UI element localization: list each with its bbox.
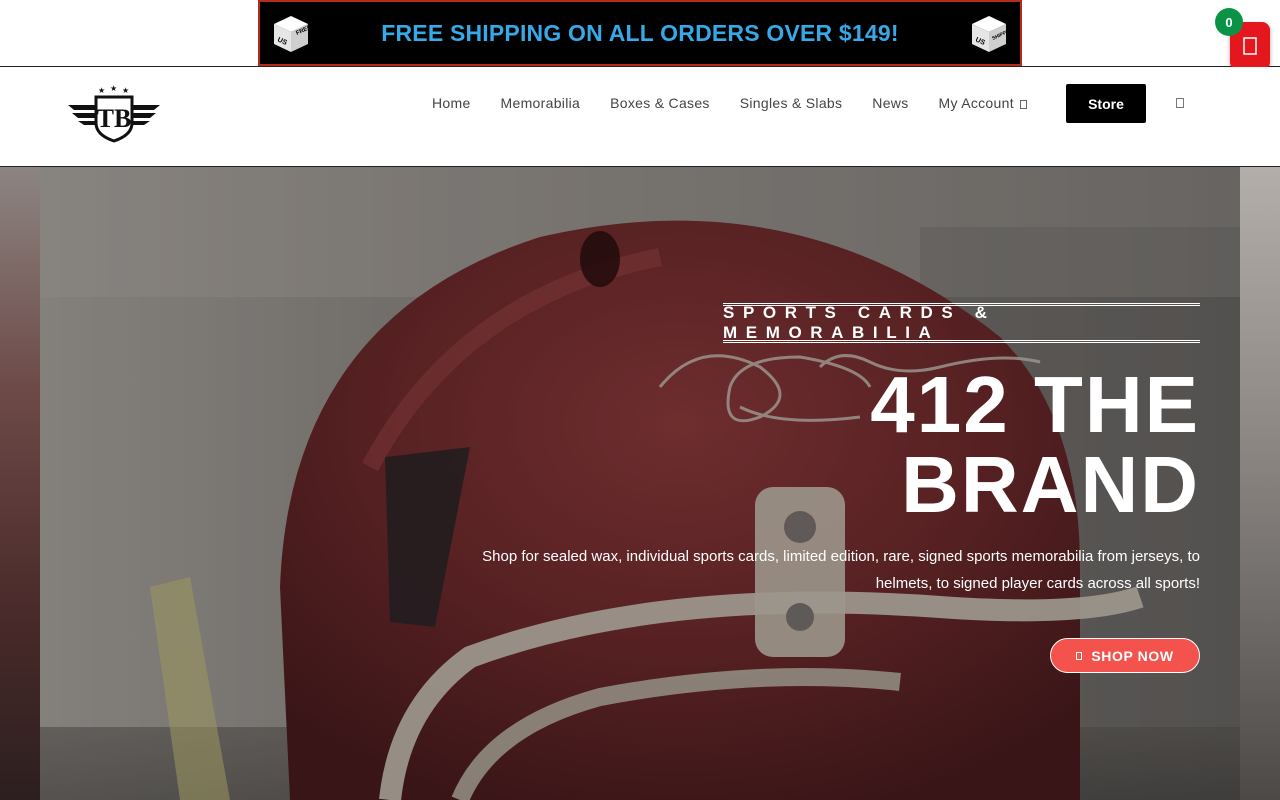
hero-title-line-1: 412 THE — [870, 360, 1200, 449]
banner-text: FREE SHIPPING ON ALL ORDERS OVER $149! — [381, 19, 899, 46]
store-button[interactable]: Store — [1066, 84, 1146, 123]
shop-icon — [1076, 651, 1083, 660]
main-nav: Home Memorabilia Boxes & Cases Singles &… — [432, 95, 1057, 111]
hero-description: Shop for sealed wax, individual sports c… — [482, 548, 1200, 592]
hero-slide-peek-right — [1240, 167, 1280, 800]
svg-text:★: ★ — [98, 86, 105, 95]
site-header: TB ★ ★ ★ Home Memorabilia Boxes & Cases … — [0, 67, 1280, 167]
site-logo[interactable]: TB ★ ★ ★ — [66, 83, 162, 143]
nav-item-memorabilia[interactable]: Memorabilia — [501, 95, 581, 111]
svg-text:★: ★ — [122, 86, 129, 95]
free-shipping-box-icon: FREE US — [274, 16, 312, 52]
svg-text:★: ★ — [110, 84, 117, 93]
hero-kicker-frame: SPORTS CARDS & MEMORABILIA — [723, 303, 1200, 343]
search-icon[interactable] — [1176, 98, 1184, 108]
nav-item-home[interactable]: Home — [432, 95, 471, 111]
cart-widget[interactable]: 0 — [1215, 8, 1270, 70]
logo-monogram: TB — [97, 104, 132, 133]
cart-icon — [1243, 37, 1257, 55]
shop-now-label: SHOP NOW — [1091, 647, 1174, 664]
nav-item-boxes-cases[interactable]: Boxes & Cases — [610, 95, 710, 111]
shop-now-button[interactable]: SHOP NOW — [1050, 638, 1200, 673]
top-bar: FREE US FREE SHIPPING ON ALL ORDERS OVER… — [0, 0, 1280, 67]
cart-count-badge: 0 — [1215, 8, 1243, 36]
nav-item-my-account-label: My Account — [938, 95, 1014, 111]
nav-item-news[interactable]: News — [872, 95, 908, 111]
chevron-down-icon — [1019, 100, 1027, 109]
free-shipping-box-icon: SHIPPING US — [972, 16, 1010, 52]
hero-title-line-2: BRAND — [901, 440, 1200, 529]
nav-item-my-account[interactable]: My Account — [939, 95, 1027, 111]
hero-slide-peek-left — [0, 167, 40, 800]
hero-title: 412 THE BRAND — [600, 365, 1200, 525]
hero-content: SPORTS CARDS & MEMORABILIA 412 THE BRAND… — [40, 167, 1240, 800]
free-shipping-banner[interactable]: FREE US FREE SHIPPING ON ALL ORDERS OVER… — [258, 0, 1022, 66]
hero-kicker: SPORTS CARDS & MEMORABILIA — [723, 303, 996, 342]
nav-item-singles-slabs[interactable]: Singles & Slabs — [740, 95, 843, 111]
